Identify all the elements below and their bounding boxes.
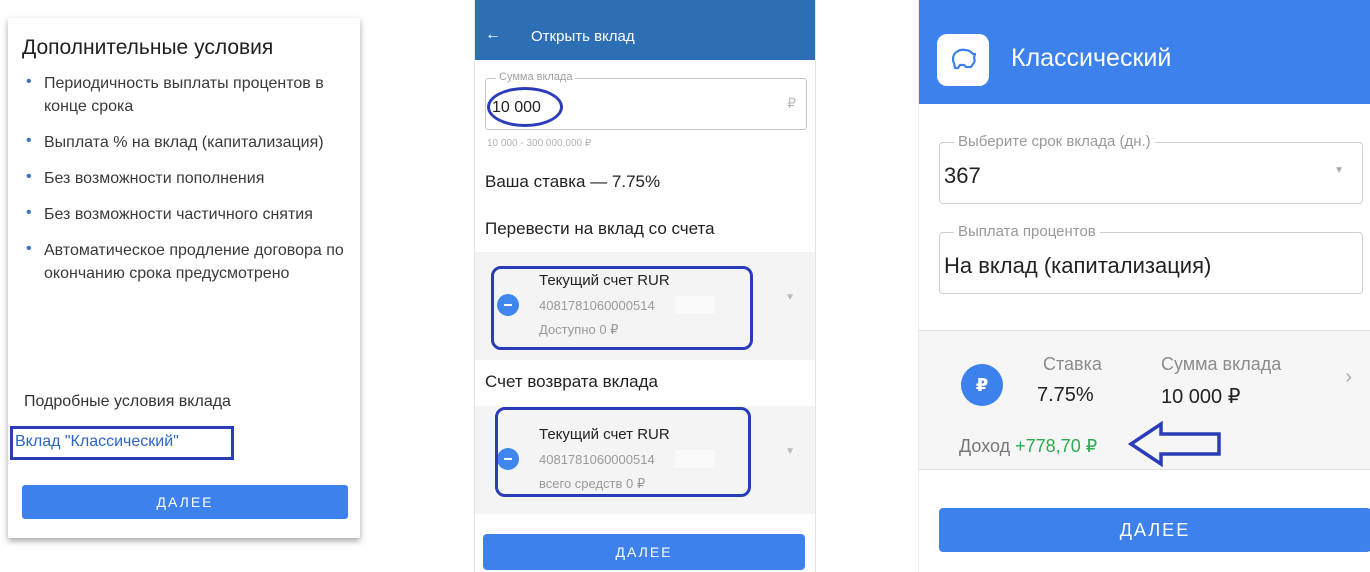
transfer-heading: Перевести на вклад со счета [485,219,715,238]
back-arrow-icon[interactable]: ← [485,26,501,44]
conditions-panel: Дополнительные условия • Периодичность вы… [8,18,360,538]
chevron-down-icon: ▼ [785,446,795,457]
list-item: • Автоматическое продление договора по ок… [24,239,344,285]
ruble-icon: ₽ [787,95,796,111]
term-label: Выберите срок вклада (дн.) [954,133,1155,150]
amount-range: 10 000 - 300 000 000 ₽ [487,138,592,149]
next-button[interactable]: ДАЛЕЕ [22,485,348,519]
condition-text: Автоматическое продление договора по око… [44,242,344,282]
sum-value: 10 000 ₽ [1161,386,1241,408]
bullet-icon: • [26,168,32,185]
list-item: • Без возможности пополнения [24,167,344,190]
ruble-icon: ₽ [961,364,1003,406]
return-heading: Счет возврата вклада [485,372,658,391]
list-item: • Без возможности частичного снятия [24,203,344,226]
income-row: Доход +778,70 ₽ [959,436,1097,457]
details-label: Подробные условия вклада [24,393,231,410]
deposit-terms-link[interactable]: Вклад "Классический" [10,426,234,460]
bullet-icon: • [26,204,32,221]
condition-text: Выплата % на вклад (капитализация) [44,134,324,151]
rate-value: 7.75% [1037,384,1094,406]
chevron-down-icon: ▼ [1334,165,1344,176]
list-item: • Периодичность выплаты процентов в конце… [24,72,344,118]
open-deposit-panel: ← Открыть вклад Сумма вклада 10 000 ₽ 10… [474,0,816,572]
chevron-right-icon[interactable]: › [1345,366,1352,389]
rate-text: Ваша ставка — 7.75% [485,172,661,191]
next-button[interactable]: ДАЛЕЕ [483,534,805,570]
rate-label: Ставка [1043,354,1102,374]
page-title: Открыть вклад [531,28,635,45]
highlight-box [491,266,753,350]
income-value: +778,70 ₽ [1015,436,1098,456]
deposit-summary-panel: Классический Выберите срок вклада (дн.) … [918,0,1370,572]
payout-label: Выплата процентов [954,223,1100,240]
payout-select[interactable]: Выплата процентов На вклад (капитализаци… [939,223,1363,294]
next-button[interactable]: ДАЛЕЕ [939,508,1370,552]
bullet-icon: • [26,73,32,90]
deposit-title: Классический [1011,44,1172,72]
condition-text: Периодичность выплаты процентов в конце … [44,75,324,115]
app-bar: ← Открыть вклад [475,0,815,60]
bullet-icon: • [26,132,32,149]
payout-value: На вклад (капитализация) [944,253,1212,278]
term-value: 367 [944,163,981,188]
income-label: Доход [959,436,1011,456]
highlight-circle [487,87,563,127]
conditions-title: Дополнительные условия [22,36,274,59]
term-select[interactable]: Выберите срок вклада (дн.) 367 ▼ [939,133,1363,204]
chevron-down-icon: ▼ [785,292,795,303]
amount-label: Сумма вклада [496,71,576,83]
sum-label: Сумма вклада [1161,354,1282,374]
condition-text: Без возможности пополнения [44,170,265,187]
condition-text: Без возможности частичного снятия [44,206,313,223]
annotation-arrow-icon [1127,420,1221,468]
conditions-list: • Периодичность выплаты процентов в конце… [24,72,344,298]
bullet-icon: • [26,240,32,257]
list-item: • Выплата % на вклад (капитализация) [24,131,344,154]
highlight-box [495,407,751,497]
piggy-bank-icon [937,34,989,86]
